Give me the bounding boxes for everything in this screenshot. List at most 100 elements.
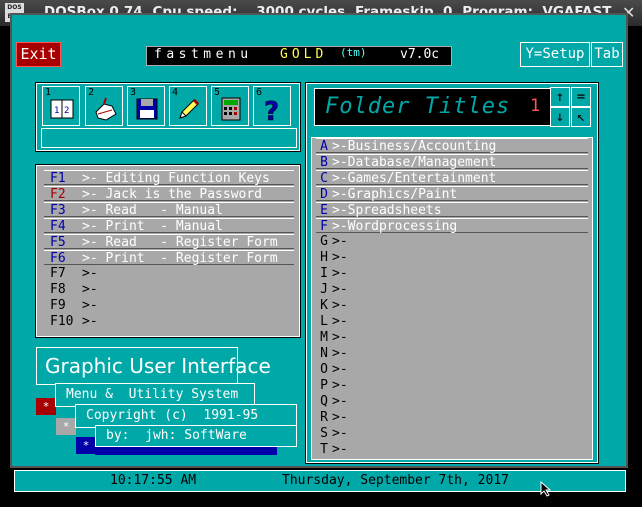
function-key-label: F2 [50, 187, 66, 202]
svg-text:?: ? [264, 97, 279, 122]
folder-key-label: D [320, 187, 328, 202]
folder-row[interactable]: B >-Database/Management [316, 154, 588, 170]
tab-button[interactable]: Tab [591, 42, 623, 67]
folder-row[interactable]: T >- [316, 442, 588, 457]
scroll-down-button[interactable]: ↓ [550, 107, 570, 127]
folder-row[interactable]: M >- [316, 330, 588, 345]
folder-key-label: C [320, 171, 328, 186]
folder-title-text: >- [332, 362, 348, 377]
function-key-text: >- [82, 298, 98, 313]
arrow-down-icon: ↓ [555, 109, 565, 125]
function-key-row[interactable]: F5 >- Read - Register Form [44, 234, 294, 250]
folder-title-text: >- [332, 234, 348, 249]
function-key-row[interactable]: F3 >- Read - Manual [44, 202, 294, 218]
exit-label: Exit [20, 45, 57, 63]
function-key-row[interactable]: F7 >- [44, 266, 294, 281]
function-key-text: >- Editing Function Keys [82, 171, 270, 186]
function-key-label: F9 [50, 298, 66, 313]
folder-row[interactable]: D >-Graphics/Paint [316, 186, 588, 202]
pencil-icon [179, 98, 200, 119]
menu-button[interactable]: = [571, 87, 591, 107]
setup-button[interactable]: Y=Setup [520, 42, 590, 67]
svg-text:2: 2 [64, 106, 69, 116]
function-key-label: F8 [50, 282, 66, 297]
folder-row[interactable]: O >- [316, 362, 588, 377]
folder-title-text: >-Games/Entertainment [332, 171, 497, 186]
folder-key-label: H [320, 250, 328, 265]
folder-row[interactable]: K >- [316, 298, 588, 313]
tool-button-2[interactable]: 2 [85, 86, 123, 126]
folder-key-label: T [320, 442, 328, 457]
folder-key-label: N [320, 346, 328, 361]
tool-button-5[interactable]: 5 [211, 86, 249, 126]
folder-title-text: >-Spreadsheets [332, 203, 442, 218]
tool-button-6[interactable]: 6 ? [253, 86, 291, 126]
folder-row[interactable]: N >- [316, 346, 588, 361]
folder-row[interactable]: E >-Spreadsheets [316, 202, 588, 218]
folder-row[interactable]: A >-Business/Accounting [316, 138, 588, 154]
folder-key-label: P [320, 378, 328, 393]
folder-title-text: >-Graphics/Paint [332, 187, 458, 202]
tool-button-1[interactable]: 1 1 2 [42, 86, 80, 126]
folder-key-label: B [320, 155, 328, 170]
folder-title-text: >- [332, 250, 348, 265]
banner-gray-mark: * [56, 418, 76, 435]
folder-key-label: O [320, 362, 328, 377]
folder-row[interactable]: Q >- [316, 394, 588, 409]
tool-button-3[interactable]: 3 [127, 86, 165, 126]
function-key-label: F10 [50, 314, 74, 329]
folder-row[interactable]: S >- [316, 426, 588, 441]
folder-key-label: S [320, 426, 328, 441]
folder-titles-heading: Folder Titles List: [314, 88, 551, 155]
function-key-row[interactable]: F8 >- [44, 282, 294, 297]
function-key-text: >- [82, 314, 98, 329]
book-icon: 1 2 [50, 99, 74, 119]
folder-row[interactable]: H >- [316, 250, 588, 265]
function-key-text: >- Print - Manual [82, 219, 223, 234]
folder-row[interactable]: P >- [316, 378, 588, 393]
folder-title-text: >-Database/Management [332, 155, 497, 170]
folder-row[interactable]: J >- [316, 282, 588, 297]
folder-key-label: L [320, 314, 328, 329]
folder-key-label: E [320, 203, 328, 218]
function-key-row[interactable]: F10 >- [44, 314, 294, 329]
folder-title-text: >- [332, 346, 348, 361]
folder-row[interactable]: I >- [316, 266, 588, 281]
question-mark-icon: ? [264, 97, 280, 122]
folder-title-text: >- [332, 330, 348, 345]
folder-row[interactable]: G >- [316, 234, 588, 249]
tool-button-4[interactable]: 4 [169, 86, 207, 126]
function-key-row[interactable]: F6 >- Print - Register Form [44, 250, 294, 266]
function-key-row[interactable]: F1 >- Editing Function Keys [44, 170, 294, 186]
arrow-up-icon: ↑ [555, 89, 565, 105]
folder-page-number: 1 [530, 96, 541, 116]
folder-title-text: >- [332, 282, 348, 297]
scroll-up-button[interactable]: ↑ [550, 87, 570, 107]
folder-title-text: >- [332, 426, 348, 441]
function-key-label: F5 [50, 235, 66, 250]
status-time: 10:17:55 AM [110, 473, 197, 488]
folder-key-label: F [320, 219, 328, 234]
function-key-text: >- Read - Register Form [82, 235, 278, 250]
pointer-button[interactable]: ↖ [571, 107, 591, 127]
folder-row[interactable]: F >-Wordprocessing [316, 218, 588, 234]
function-key-row[interactable]: F2 >- Jack is the Password [44, 186, 294, 202]
title-tm: (tm) [340, 46, 367, 59]
function-key-text: >- Jack is the Password [82, 187, 263, 202]
banner-red-mark: * [36, 398, 56, 415]
function-key-row[interactable]: F9 >- [44, 298, 294, 313]
folder-row[interactable]: R >- [316, 410, 588, 425]
title-fastmenu: fastmenu [154, 47, 253, 62]
function-key-row[interactable]: F4 >- Print - Manual [44, 218, 294, 234]
menu-icon: = [576, 89, 586, 105]
banner-title: Graphic User Interface [36, 347, 271, 385]
folder-row[interactable]: C >-Games/Entertainment [316, 170, 588, 186]
folder-title-text: >- [332, 394, 348, 409]
folder-row[interactable]: L >- [316, 314, 588, 329]
title-version: v7.0c [400, 47, 440, 62]
folder-key-label: A [320, 139, 328, 154]
exit-button[interactable]: Exit [16, 42, 61, 67]
folder-key-label: I [320, 266, 328, 281]
banner-blue-mark: * [76, 437, 96, 454]
mouse-cursor-icon [540, 481, 552, 497]
